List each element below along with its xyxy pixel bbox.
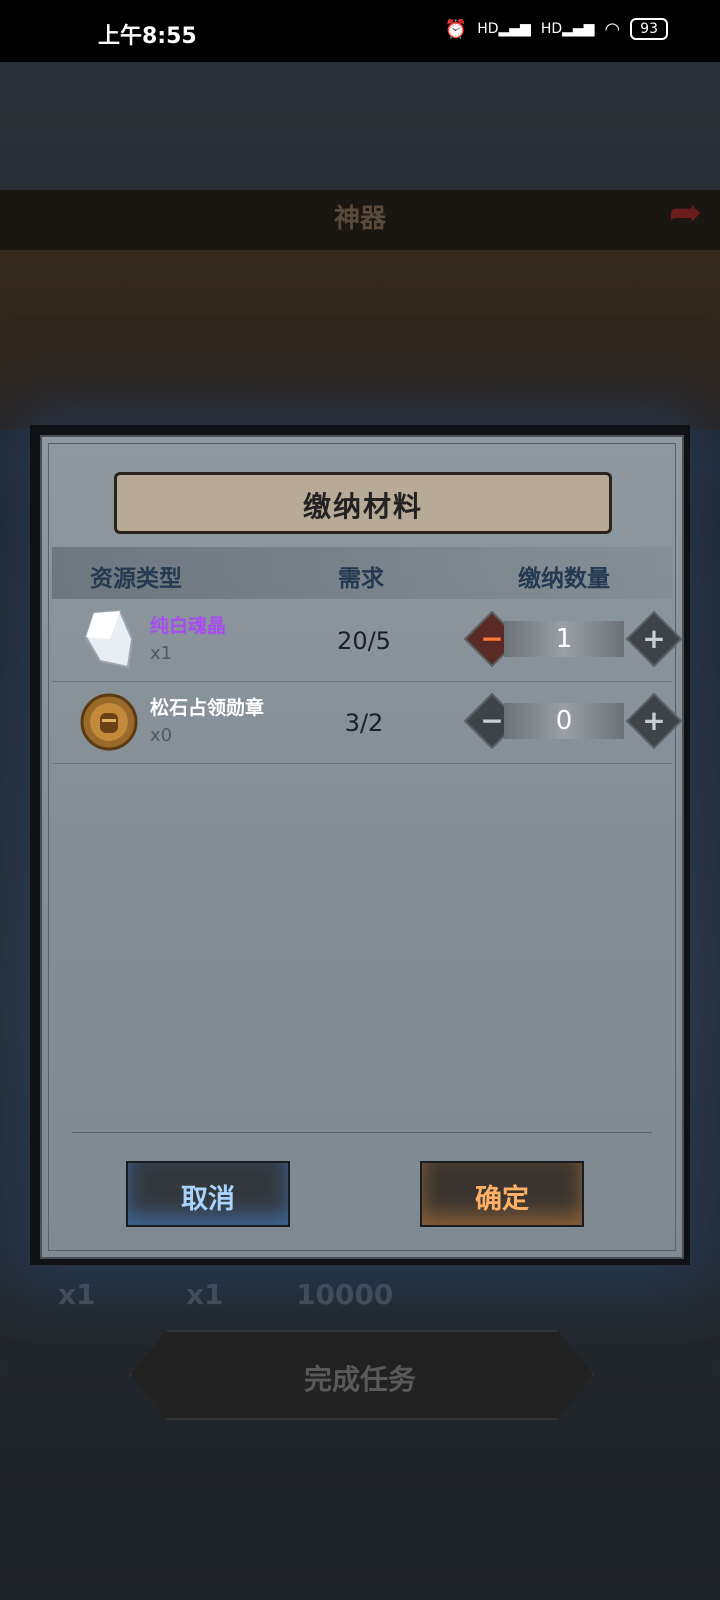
divider [72,1132,652,1133]
item-requirement: 20/5 [337,627,391,655]
cancel-button[interactable]: 取消 [126,1161,290,1227]
dialog-title-banner: 缴纳材料 [114,472,612,534]
plus-icon: + [642,622,666,655]
plus-icon: + [642,704,666,737]
battery-icon: 93 [630,18,668,40]
header-amount: 缴纳数量 [518,566,610,592]
status-icons: ⏰ HD▂▄▆ HD▂▄▆ ◠ 93 [445,18,668,40]
submit-materials-dialog: 缴纳材料 资源类型 需求 缴纳数量 纯白魂晶 x1 20/5 − 1 + 松石占… [30,425,690,1265]
reward-count: x1 [186,1278,224,1311]
dialog-panel: 缴纳材料 资源类型 需求 缴纳数量 纯白魂晶 x1 20/5 − 1 + 松石占… [40,435,684,1259]
signal-icon: HD▂▄▆ [477,21,531,37]
reward-count: x1 [58,1278,96,1311]
table-header: 资源类型 需求 缴纳数量 [52,547,672,599]
header-need: 需求 [338,566,384,592]
material-row: 纯白魂晶 x1 20/5 − 1 + [52,599,683,682]
status-bar: 上午8:55 ⏰ HD▂▄▆ HD▂▄▆ ◠ 93 [0,0,720,62]
item-name: 纯白魂晶 [150,615,227,637]
dialog-title: 缴纳材料 [302,490,423,523]
item-owned-count: x1 [150,643,173,664]
confirm-button[interactable]: 确定 [420,1161,584,1227]
confirm-label: 确定 [475,1184,529,1215]
back-arrow-icon[interactable]: ➦ [668,190,702,236]
item-name: 松石占领勋章 [150,697,265,719]
item-requirement: 3/2 [344,709,384,737]
cancel-label: 取消 [181,1184,235,1215]
complete-task-label: 完成任务 [303,1363,416,1396]
quantity-value: 0 [504,703,624,739]
wifi-icon: ◠ [604,18,621,40]
quantity-value: 1 [504,621,624,657]
background-scene [0,250,720,430]
signal-icon: HD▂▄▆ [540,21,595,37]
background-title: 神器 [333,204,386,234]
alarm-icon: ⏰ [444,18,468,40]
white-crystal-icon [84,609,134,669]
knight-medal-icon [80,693,138,751]
item-owned-count: x0 [150,725,173,746]
material-row: 松石占领勋章 x0 3/2 − 0 + [52,681,683,764]
reward-count: 10000 [296,1278,394,1311]
status-time: 上午8:55 [98,24,197,49]
header-type: 资源类型 [90,566,182,592]
